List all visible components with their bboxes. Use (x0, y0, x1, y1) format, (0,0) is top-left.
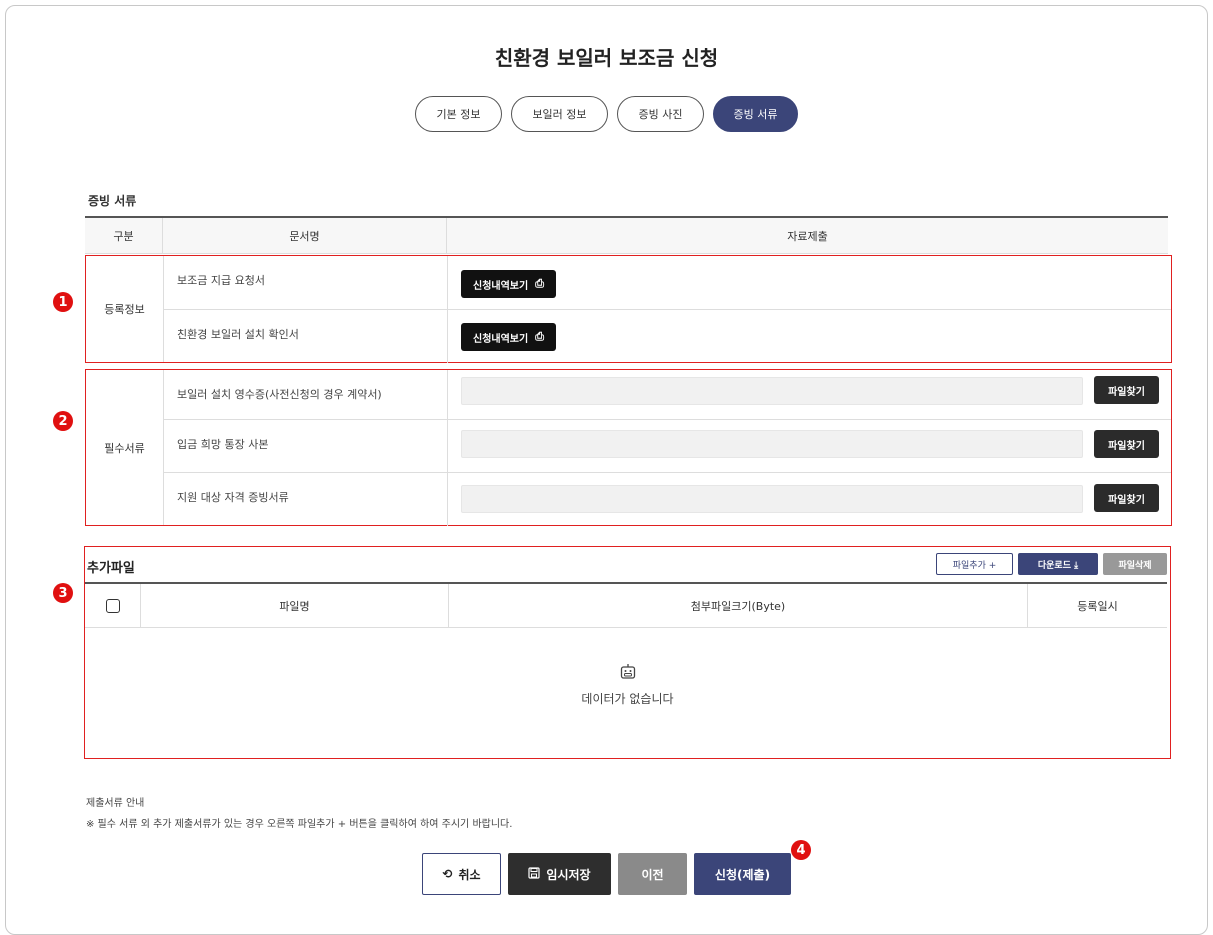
save-label: 임시저장 (546, 867, 591, 882)
notice-title: 제출서류 안내 (86, 798, 145, 809)
button-label: 신청내역보기 (473, 333, 529, 345)
printer-icon: ⎙ (535, 330, 545, 343)
button-label: 신청내역보기 (473, 280, 529, 292)
extra-files-title: 추가파일 (87, 561, 135, 576)
required-docs-group: 필수서류 보일러 설치 영수증(사전신청의 경우 계약서) 파일찾기 입금 희망… (85, 369, 1172, 526)
table-row: 보일러 설치 영수증(사전신청의 경우 계약서) 파일찾기 (164, 370, 1171, 419)
header-submission: 자료제출 (787, 229, 828, 243)
temp-save-button[interactable]: 임시저장 (508, 853, 611, 895)
cancel-button[interactable]: ⟲ 취소 (422, 853, 501, 895)
extra-files-toolbar: 파일추가 + 다운로드 ⤓ 파일삭제 (936, 553, 1167, 575)
printer-icon: ⎙ (535, 277, 545, 290)
marker-2: 2 (53, 411, 73, 431)
header-file-name: 파일명 (141, 584, 449, 627)
view-application-button[interactable]: 신청내역보기 ⎙ (461, 270, 557, 298)
find-file-button[interactable]: 파일찾기 (1094, 376, 1159, 404)
doc-name: 보일러 설치 영수증(사전신청의 경우 계약서) (164, 370, 448, 419)
doc-name: 입금 희망 통장 사본 (164, 420, 448, 472)
table-row: 지원 대상 자격 증빙서류 파일찾기 (164, 473, 1171, 526)
empty-state: 데이터가 없습니다 (85, 663, 1170, 707)
table-row: 보조금 지급 요청서 신청내역보기 ⎙ (164, 256, 1171, 309)
marker-3: 3 (53, 583, 73, 603)
table-row: 입금 희망 통장 사본 파일찾기 (164, 420, 1171, 472)
action-bar: ⟲ 취소 임시저장 이전 신청(제출) (0, 853, 1213, 895)
file-input[interactable] (461, 485, 1083, 513)
prev-button[interactable]: 이전 (618, 853, 687, 895)
section-title-documents: 증빙 서류 (88, 194, 137, 208)
save-icon (528, 866, 541, 882)
category-registration: 등록정보 (86, 256, 164, 362)
page-title: 친환경 보일러 보조금 신청 (494, 46, 719, 70)
select-all-checkbox[interactable] (105, 598, 120, 613)
undo-icon: ⟲ (442, 867, 453, 881)
category-required: 필수서류 (86, 370, 164, 525)
step-tabs: 기본 정보 보일러 정보 증빙 사진 증빙 서류 (0, 96, 1213, 132)
file-input[interactable] (461, 377, 1083, 405)
cancel-label: 취소 (458, 867, 481, 882)
header-date: 등록일시 (1077, 599, 1118, 613)
header-category: 구분 (85, 218, 163, 253)
notice-text: ※ 필수 서류 외 추가 제출서류가 있는 경우 오른쪽 파일추가 + 버튼을 … (86, 819, 513, 830)
add-file-button[interactable]: 파일추가 + (936, 553, 1013, 575)
documents-table-header: 구분 문서명 자료제출 (85, 218, 1168, 254)
extra-files-table-header: 파일명 첨부파일크기(Byte) 등록일시 (85, 584, 1167, 628)
header-doc-name: 문서명 (163, 218, 447, 253)
doc-name: 친환경 보일러 설치 확인서 (164, 310, 448, 363)
find-file-button[interactable]: 파일찾기 (1094, 430, 1159, 458)
find-file-button[interactable]: 파일찾기 (1094, 484, 1159, 512)
tab-evidence-photo[interactable]: 증빙 사진 (617, 96, 704, 132)
tab-basic-info[interactable]: 기본 정보 (415, 96, 502, 132)
marker-4: 4 (791, 840, 811, 860)
tab-evidence-docs[interactable]: 증빙 서류 (713, 96, 798, 132)
extra-files-section: 추가파일 파일추가 + 다운로드 ⤓ 파일삭제 파일명 첨부파일크기(Byte)… (84, 546, 1171, 759)
registration-group: 등록정보 보조금 지급 요청서 신청내역보기 ⎙ 친환경 보일러 설치 확인서 … (85, 255, 1172, 363)
doc-name: 보조금 지급 요청서 (164, 256, 448, 309)
table-row: 친환경 보일러 설치 확인서 신청내역보기 ⎙ (164, 310, 1171, 363)
doc-name: 지원 대상 자격 증빙서류 (164, 473, 448, 526)
empty-message: 데이터가 없습니다 (581, 692, 674, 706)
robot-icon (85, 663, 1170, 684)
file-input[interactable] (461, 430, 1083, 458)
delete-file-button[interactable]: 파일삭제 (1103, 553, 1167, 575)
tab-boiler-info[interactable]: 보일러 정보 (511, 96, 608, 132)
header-file-size: 첨부파일크기(Byte) (449, 584, 1028, 627)
marker-1: 1 (53, 292, 73, 312)
download-button[interactable]: 다운로드 ⤓ (1018, 553, 1098, 575)
submit-button[interactable]: 신청(제출) (694, 853, 791, 895)
view-application-button[interactable]: 신청내역보기 ⎙ (461, 323, 557, 351)
